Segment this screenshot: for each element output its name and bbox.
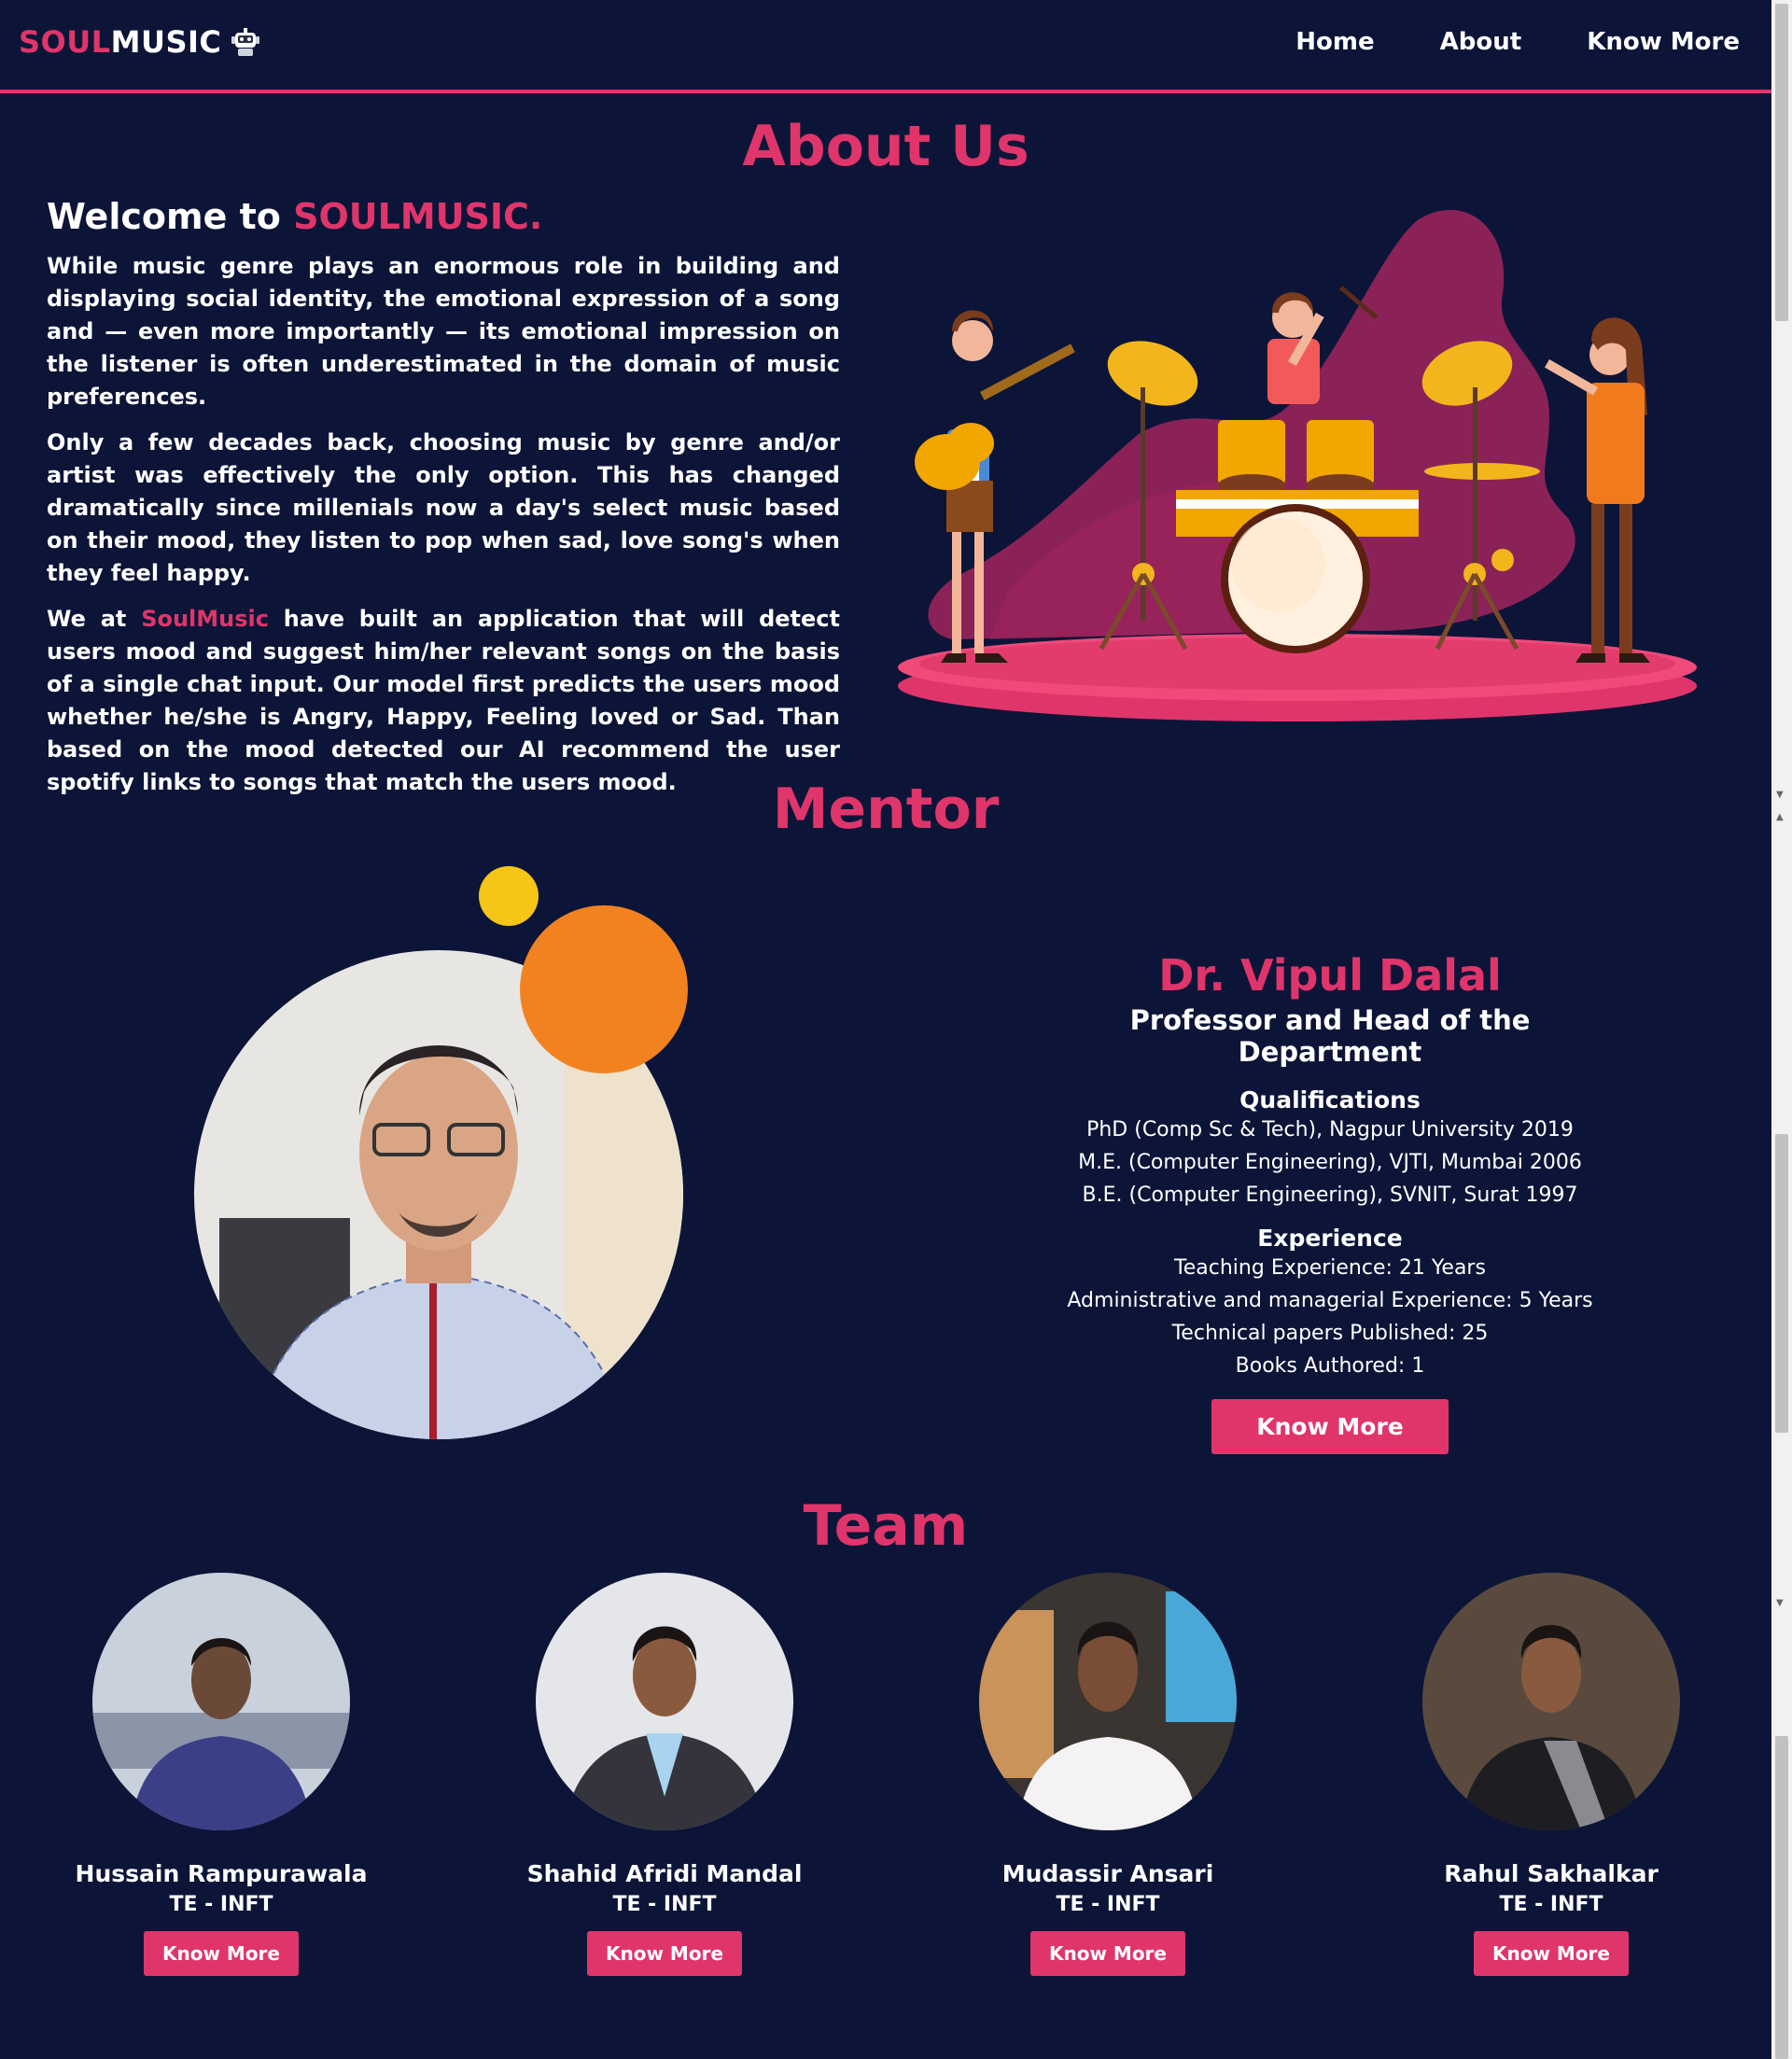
member-know-more-button[interactable]: Know More [144,1931,299,1976]
member-photo [92,1573,350,1830]
member-name: Hussain Rampurawala [75,1860,368,1887]
qualification-item: B.E. (Computer Engineering), SVNIT, Sura… [1082,1184,1578,1207]
team-card: Mudassir Ansari TE - INFT Know More [940,1573,1276,1976]
mentor-know-more-button[interactable]: Know More [1211,1399,1449,1454]
nav-links: Home About Know More [1295,28,1740,56]
nav-know-more-link[interactable]: Know More [1587,28,1740,56]
member-role: TE - INFT [169,1893,273,1916]
band-illustration [898,209,1697,721]
experience-item: Teaching Experience: 21 Years [1174,1256,1486,1280]
mentor-info: Dr. Vipul Dalal Professor and Head of th… [1055,950,1605,1454]
team-card: Shahid Afridi Mandal TE - INFT Know More [497,1573,833,1976]
about-paragraph-1: While music genre plays an enormous role… [47,253,840,410]
navbar: SOUL MUSIC Home About Know More [0,0,1771,93]
member-role: TE - INFT [612,1893,717,1916]
mentor-photo [194,866,688,1439]
brand-soul: SOUL [19,24,111,60]
experience-heading: Experience [1257,1225,1403,1252]
member-role: TE - INFT [1056,1893,1160,1916]
member-know-more-button[interactable]: Know More [1030,1931,1185,1976]
yellow-circle [479,866,539,926]
team-title: Team [803,1493,969,1559]
about-paragraph-2: Only a few decades back, choosing music … [47,429,840,586]
member-photo [536,1573,793,1830]
qualification-item: PhD (Comp Sc & Tech), Nagpur University … [1086,1118,1574,1142]
welcome-heading: Welcome to SOULMUSIC. [47,196,543,237]
nav-home-link[interactable]: Home [1295,28,1374,56]
member-role: TE - INFT [1499,1893,1603,1916]
about-paragraph-3: We at SoulMusic have built an applicatio… [47,606,840,795]
qualifications-heading: Qualifications [1239,1086,1421,1114]
mentor-title: Mentor [772,777,1000,842]
scroll-down-arrow-icon[interactable]: ▼ [1776,790,1784,800]
member-photo [979,1573,1237,1830]
experience-item: Administrative and managerial Experience… [1067,1289,1593,1312]
scrollbar-thumb-tertiary[interactable] [1775,1736,1788,2059]
member-know-more-button[interactable]: Know More [587,1931,742,1976]
qualification-item: M.E. (Computer Engineering), VJTI, Mumba… [1078,1151,1582,1174]
team-card: Hussain Rampurawala TE - INFT Know More [53,1573,389,1976]
scrollbar-thumb-secondary[interactable] [1775,1134,1788,1433]
member-name: Shahid Afridi Mandal [526,1860,803,1887]
member-photo [1422,1573,1680,1830]
about-text: Welcome to SOULMUSIC. While music genre … [47,196,840,812]
brand-music: MUSIC [110,24,222,60]
team-card: Rahul Sakhalkar TE - INFT Know More [1383,1573,1719,1976]
brand-logo[interactable]: SOUL MUSIC [19,24,262,60]
member-name: Mudassir Ansari [1001,1860,1214,1887]
experience-item: Technical papers Published: 25 [1171,1322,1489,1345]
scrollbar-thumb[interactable] [1775,4,1788,321]
nav-about-link[interactable]: About [1440,28,1522,56]
scroll-up-arrow-icon[interactable]: ▲ [1776,812,1784,822]
page-scrollbar[interactable]: ▼ ▲ ▼ [1771,0,1792,2059]
member-know-more-button[interactable]: Know More [1474,1931,1629,1976]
robot-icon [231,28,260,56]
mentor-name: Dr. Vipul Dalal [1158,950,1502,1001]
about-title: About Us [742,114,1029,179]
mentor-role: Professor and Head of the Department [1129,1004,1531,1068]
experience-item: Books Authored: 1 [1235,1354,1425,1378]
member-name: Rahul Sakhalkar [1444,1860,1659,1887]
orange-circle [520,905,688,1073]
scroll-down-arrow-icon[interactable]: ▼ [1776,1598,1784,1608]
